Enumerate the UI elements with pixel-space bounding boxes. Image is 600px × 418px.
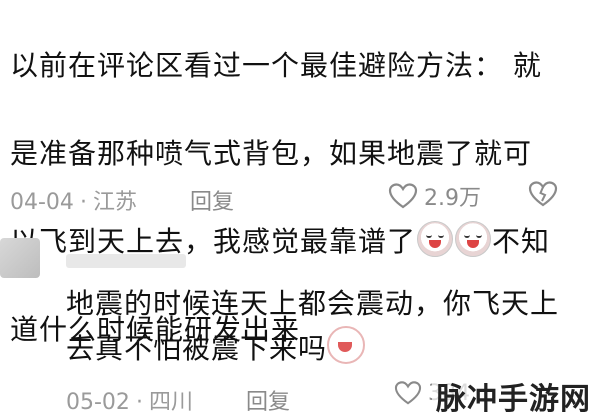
comment-date: 05-02 bbox=[66, 390, 130, 415]
reply-button[interactable]: 回复 bbox=[190, 184, 234, 216]
comment-location: 四川 bbox=[148, 390, 193, 415]
comment-location: 江苏 bbox=[92, 190, 137, 215]
laughing-pig-emoji-icon bbox=[455, 221, 492, 257]
reply-button[interactable]: 回复 bbox=[246, 384, 290, 416]
watermark: 脉冲手游网 bbox=[432, 374, 595, 418]
comment-2-line-text: 去真不怕被震下来吗 bbox=[66, 332, 328, 365]
username-redacted[interactable] bbox=[66, 254, 186, 268]
comment-1-line: 是准备那种喷气式背包，如果地震了就可 bbox=[10, 137, 533, 170]
comment-1-line: 以前在评论区看过一个最佳避险方法： 就 bbox=[10, 49, 542, 82]
avatar[interactable] bbox=[0, 238, 40, 278]
comment-1-meta: 04-04 · 江苏 bbox=[10, 190, 137, 215]
laughing-pig-emoji-icon bbox=[417, 221, 454, 257]
dislike-button[interactable] bbox=[528, 180, 558, 212]
comment-2-meta: 05-02 · 四川 bbox=[66, 390, 193, 415]
like-button[interactable]: 2.9万 bbox=[388, 180, 481, 212]
heart-icon bbox=[388, 183, 418, 209]
like-count: 2.9万 bbox=[424, 186, 481, 211]
comment-2-text: 地震的时候连天上都会震动，你飞天上 去真不怕被震下来吗 bbox=[66, 282, 586, 371]
comment-date: 04-04 bbox=[10, 190, 74, 215]
broken-heart-icon bbox=[528, 181, 558, 207]
laughing-emoji-icon bbox=[327, 326, 366, 364]
comment-2-line: 去真不怕被震下来吗 bbox=[66, 326, 586, 371]
comment-1-line-tail: 不知 bbox=[492, 225, 551, 258]
heart-icon bbox=[394, 381, 422, 405]
comment-2-line: 地震的时候连天上都会震动，你飞天上 bbox=[66, 287, 560, 320]
